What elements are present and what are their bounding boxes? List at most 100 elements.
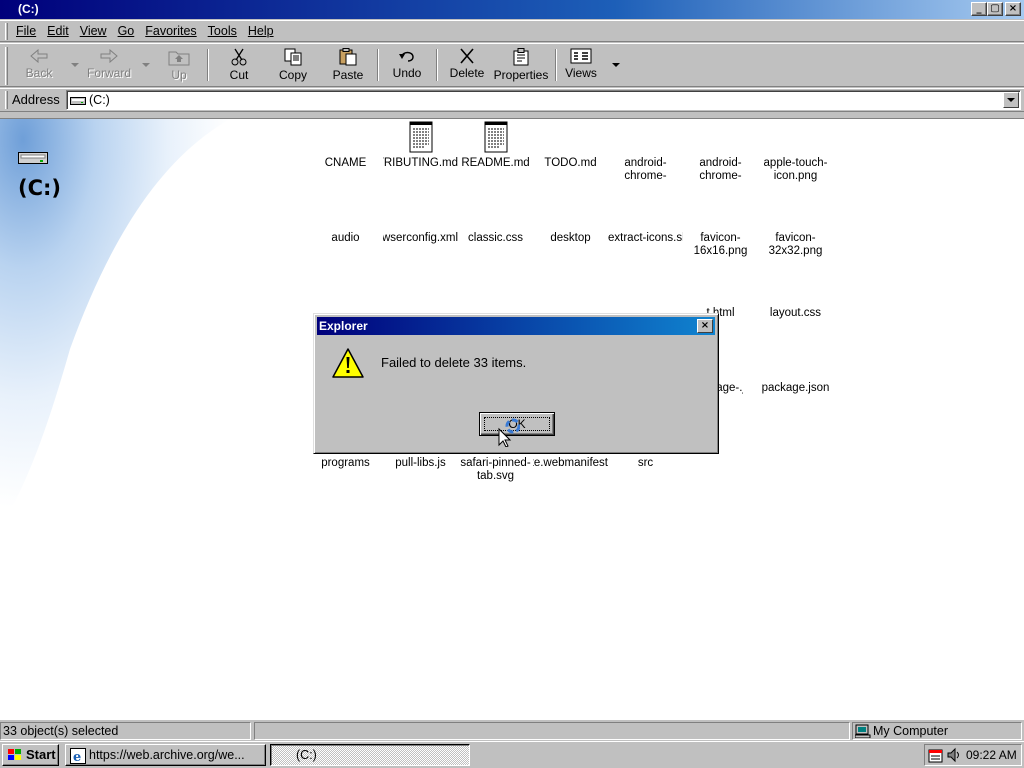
close-button[interactable]: × xyxy=(1005,2,1021,16)
scheduler-tray-icon[interactable] xyxy=(928,747,944,763)
file-item[interactable]: classic.css xyxy=(458,232,533,245)
address-dropdown-button[interactable] xyxy=(1003,92,1019,108)
up-button[interactable]: Up xyxy=(158,47,200,85)
address-bar: Address (C:) xyxy=(0,88,1024,112)
menu-go[interactable]: Go xyxy=(118,24,135,38)
toolbar-separator xyxy=(207,49,209,81)
file-item[interactable]: extract-icons.sh xyxy=(608,232,683,245)
views-dropdown-icon[interactable] xyxy=(612,63,620,67)
views-button[interactable]: Views xyxy=(560,47,602,85)
folder-title: (C:) xyxy=(18,176,62,200)
properties-button[interactable]: Properties xyxy=(492,47,550,85)
text-document-icon xyxy=(409,121,432,153)
menu-bar-grip[interactable] xyxy=(5,23,8,40)
window-title: (C:) xyxy=(18,2,39,16)
taskbar-item-label: (C:) xyxy=(296,748,317,762)
file-item[interactable]: src xyxy=(608,457,683,470)
forward-dropdown-icon[interactable] xyxy=(142,63,150,67)
properties-label: Properties xyxy=(493,68,549,82)
taskbar-clock[interactable]: 09:22 AM xyxy=(966,748,1017,762)
file-label: layout.css xyxy=(769,307,822,319)
address-field[interactable]: (C:) xyxy=(66,90,1021,110)
back-button[interactable]: Back xyxy=(14,47,64,85)
my-computer-icon xyxy=(855,724,871,738)
maximize-button[interactable]: ▢ xyxy=(987,2,1003,16)
minimize-button[interactable]: _ xyxy=(971,2,987,16)
file-item[interactable]: favicon-32x32.png xyxy=(758,232,833,258)
menu-help[interactable]: Help xyxy=(248,24,274,38)
file-label: programs xyxy=(321,457,370,469)
file-item[interactable]: layout.css xyxy=(758,307,833,320)
menu-tools[interactable]: Tools xyxy=(208,24,237,38)
undo-button[interactable]: Undo xyxy=(385,47,429,85)
file-label: android-chrome- xyxy=(699,157,742,182)
warning-icon xyxy=(332,348,364,378)
file-item[interactable]: apple-touch-icon.png xyxy=(758,157,833,183)
undo-label: Undo xyxy=(392,66,422,80)
views-label: Views xyxy=(565,66,597,80)
back-label: Back xyxy=(25,66,53,80)
file-label: favicon-32x32.png xyxy=(768,232,823,257)
file-item[interactable]: android-chrome- xyxy=(683,157,758,183)
file-item[interactable]: browserconfig.xml xyxy=(383,232,458,245)
file-item[interactable]: site.webmanifest xyxy=(533,457,608,470)
hard-drive-icon xyxy=(18,152,48,164)
volume-speaker-icon[interactable] xyxy=(946,747,962,763)
menu-file[interactable]: File xyxy=(16,24,36,38)
paste-button[interactable]: Paste xyxy=(325,47,371,85)
svg-text:e: e xyxy=(73,750,81,764)
file-item[interactable]: CONTRIBUTING.md xyxy=(383,121,458,170)
paste-label: Paste xyxy=(332,68,364,82)
toolbar-grip[interactable] xyxy=(5,47,8,85)
forward-button[interactable]: Forward xyxy=(82,47,136,85)
file-item[interactable]: programs xyxy=(308,457,383,470)
status-bar: 33 object(s) selected My Computer xyxy=(0,719,1024,740)
taskbar-item-label: https://web.archive.org/we... xyxy=(89,748,245,762)
back-dropdown-icon[interactable] xyxy=(71,63,79,67)
forward-arrow-icon xyxy=(100,48,118,64)
drive-icon xyxy=(70,97,86,105)
status-selection-count: 33 object(s) selected xyxy=(0,722,251,740)
start-button[interactable]: Start xyxy=(2,744,59,766)
file-item[interactable]: audio xyxy=(308,232,383,245)
file-item[interactable]: TODO.md xyxy=(533,157,608,170)
file-label: package.json xyxy=(761,382,830,394)
window-title-bar[interactable]: (C:) _ ▢ × xyxy=(0,0,1024,19)
text-document-icon xyxy=(484,121,507,153)
address-bar-grip[interactable] xyxy=(5,91,8,109)
file-item[interactable]: android-chrome- xyxy=(608,157,683,183)
internet-explorer-icon: e xyxy=(70,748,86,764)
copy-label: Copy xyxy=(278,68,307,82)
file-item[interactable]: pull-libs.js xyxy=(383,457,458,470)
scissors-icon xyxy=(231,48,247,66)
file-label: site.webmanifest xyxy=(533,457,608,469)
windows-logo-icon xyxy=(8,749,21,760)
taskbar-item-browser[interactable]: e https://web.archive.org/we... xyxy=(65,744,266,766)
cut-label: Cut xyxy=(229,68,249,82)
properties-icon xyxy=(513,48,529,66)
dialog-close-button[interactable]: × xyxy=(697,319,713,333)
start-label: Start xyxy=(26,747,56,762)
file-label: classic.css xyxy=(468,232,523,244)
toolbar-separator xyxy=(377,49,379,81)
menu-view[interactable]: View xyxy=(80,24,107,38)
taskbar-item-explorer[interactable]: (C:) xyxy=(270,744,470,766)
file-label: README.md xyxy=(461,157,530,169)
file-item[interactable]: README.md xyxy=(458,121,533,170)
dialog-title: Explorer xyxy=(319,319,368,333)
file-label: browserconfig.xml xyxy=(383,232,458,244)
file-item[interactable]: safari-pinned-tab.svg xyxy=(458,457,533,483)
file-label: src xyxy=(637,457,654,469)
file-label: CONTRIBUTING.md xyxy=(383,157,458,169)
cut-button[interactable]: Cut xyxy=(217,47,261,85)
file-item[interactable]: desktop xyxy=(533,232,608,245)
dialog-message: Failed to delete 33 items. xyxy=(381,355,527,370)
menu-edit[interactable]: Edit xyxy=(47,24,69,38)
file-item[interactable]: package.json xyxy=(758,382,833,395)
dialog-title-bar[interactable]: Explorer × xyxy=(317,317,715,335)
copy-button[interactable]: Copy xyxy=(270,47,316,85)
file-item[interactable]: CNAME xyxy=(308,157,383,170)
file-item[interactable]: favicon-16x16.png xyxy=(683,232,758,258)
menu-favorites[interactable]: Favorites xyxy=(145,24,196,38)
delete-button[interactable]: Delete xyxy=(445,47,489,85)
